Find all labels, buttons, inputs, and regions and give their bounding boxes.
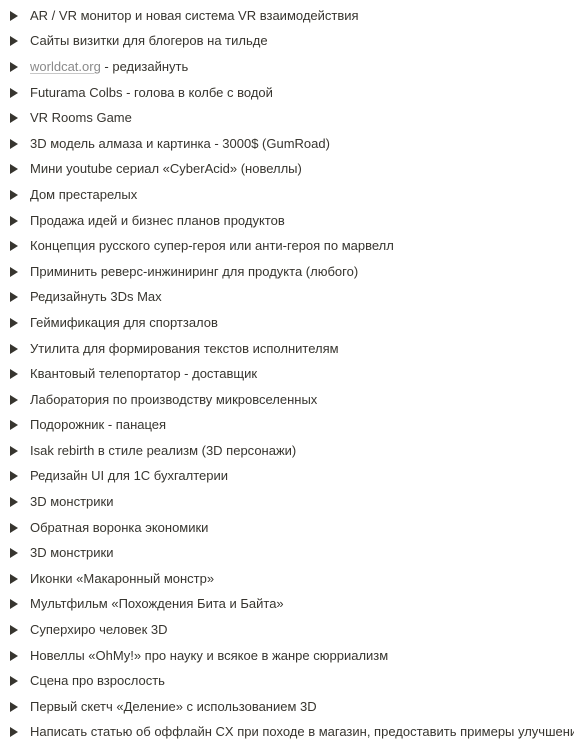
toggle-item[interactable]: Мини youtube сериал «CyberAcid» (новеллы… — [0, 157, 574, 183]
triangle-right-icon[interactable] — [0, 497, 30, 508]
toggle-item-label: Утилита для формирования текстов исполни… — [30, 340, 339, 356]
toggle-item-label-suffix: - редизайнуть — [100, 58, 189, 74]
toggle-item-label: AR / VR монитор и новая система VR взаим… — [30, 7, 359, 23]
toggle-item-label: Иконки «Макаронный монстр» — [30, 570, 215, 586]
toggle-item-label: Isak rebirth в стиле реализм (3D персона… — [30, 442, 297, 458]
toggle-item-label: Квантовый телепортатор - доставщик — [30, 366, 258, 382]
triangle-right-icon[interactable] — [0, 727, 30, 738]
toggle-item[interactable]: Новеллы «OhMy!» про науку и всякое в жан… — [0, 643, 574, 669]
toggle-item[interactable]: Иконки «Макаронный монстр» — [0, 566, 574, 592]
triangle-right-icon[interactable] — [0, 292, 30, 303]
triangle-right-icon[interactable] — [0, 113, 30, 124]
toggle-item-label: Редизайн UI для 1С бухгалтерии — [30, 468, 229, 484]
toggle-item[interactable]: Isak rebirth в стиле реализм (3D персона… — [0, 438, 574, 464]
toggle-item[interactable]: Редизайнуть 3Ds Max — [0, 285, 574, 311]
toggle-item-label: 3D модель алмаза и картинка - 3000$ (Gum… — [30, 135, 330, 151]
toggle-item-label: Приминить реверс-инжиниринг для продукта… — [30, 263, 359, 279]
triangle-right-icon[interactable] — [0, 599, 30, 610]
toggle-item[interactable]: Утилита для формирования текстов исполни… — [0, 336, 574, 362]
toggle-item[interactable]: Редизайн UI для 1С бухгалтерии — [0, 464, 574, 490]
toggle-item[interactable]: Сцена про взрослость — [0, 668, 574, 694]
toggle-item-label: Редизайнуть 3Ds Max — [30, 289, 162, 305]
toggle-item[interactable]: Подорожник - панацея — [0, 413, 574, 439]
toggle-item[interactable]: worldcat.org - редизайнуть — [0, 54, 574, 80]
triangle-right-icon[interactable] — [0, 625, 30, 636]
toggle-item-label: Лаборатория по производству микровселенн… — [30, 391, 318, 407]
triangle-right-icon[interactable] — [0, 573, 30, 584]
triangle-right-icon[interactable] — [0, 61, 30, 72]
toggle-item-label: VR Rooms Game — [30, 110, 132, 126]
triangle-right-icon[interactable] — [0, 189, 30, 200]
toggle-item-label: Суперхиро человек 3D — [30, 622, 168, 638]
toggle-item[interactable]: Концепция русского супер-героя или анти-… — [0, 233, 574, 259]
toggle-item-label: Написать статью об оффлайн CX при походе… — [30, 724, 574, 740]
toggle-item-label: Мультфильм «Похождения Бита и Байта» — [30, 596, 284, 612]
toggle-item-label: Сайты визитки для блогеров на тильде — [30, 33, 268, 49]
toggle-item-label: worldcat.org - редизайнуть — [30, 59, 188, 75]
toggle-item-label: Продажа идей и бизнес планов продуктов — [30, 212, 285, 228]
toggle-item[interactable]: Написать статью об оффлайн CX при походе… — [0, 720, 574, 745]
triangle-right-icon[interactable] — [0, 87, 30, 98]
triangle-right-icon[interactable] — [0, 215, 30, 226]
toggle-item-label: Обратная воронка экономики — [30, 519, 209, 535]
toggle-item[interactable]: VR Rooms Game — [0, 105, 574, 131]
triangle-right-icon[interactable] — [0, 164, 30, 175]
toggle-item[interactable]: Мультфильм «Похождения Бита и Байта» — [0, 592, 574, 618]
toggle-item[interactable]: Обратная воронка экономики — [0, 515, 574, 541]
toggle-item[interactable]: 3D монстрики — [0, 540, 574, 566]
toggle-item[interactable]: 3D монстрики — [0, 489, 574, 515]
toggle-item[interactable]: Приминить реверс-инжиниринг для продукта… — [0, 259, 574, 285]
worldcat-link[interactable]: worldcat.org — [30, 59, 101, 74]
triangle-right-icon[interactable] — [0, 676, 30, 687]
toggle-item-label: Подорожник - панацея — [30, 417, 167, 433]
toggle-item-label: Концепция русского супер-героя или анти-… — [30, 238, 394, 254]
toggle-item[interactable]: Суперхиро человек 3D — [0, 617, 574, 643]
triangle-right-icon[interactable] — [0, 471, 30, 482]
toggle-item-label: 3D монстрики — [30, 494, 114, 510]
toggle-item[interactable]: AR / VR монитор и новая система VR взаим… — [0, 3, 574, 29]
toggle-item[interactable]: Futurama Colbs - голова в колбе с водой — [0, 80, 574, 106]
triangle-right-icon[interactable] — [0, 548, 30, 559]
toggle-item-label: 3D монстрики — [30, 545, 114, 561]
toggle-item[interactable]: 3D модель алмаза и картинка - 3000$ (Gum… — [0, 131, 574, 157]
triangle-right-icon[interactable] — [0, 701, 30, 712]
triangle-right-icon[interactable] — [0, 317, 30, 328]
triangle-right-icon[interactable] — [0, 266, 30, 277]
toggle-item-label: Новеллы «OhMy!» про науку и всякое в жан… — [30, 647, 389, 663]
toggle-item[interactable]: Квантовый телепортатор - доставщик — [0, 361, 574, 387]
triangle-right-icon[interactable] — [0, 522, 30, 533]
triangle-right-icon[interactable] — [0, 650, 30, 661]
toggle-item-label: Дом престарелых — [30, 186, 138, 202]
triangle-right-icon[interactable] — [0, 369, 30, 380]
toggle-item-label: Сцена про взрослость — [30, 673, 165, 689]
triangle-right-icon[interactable] — [0, 10, 30, 21]
toggle-item-label: Геймификация для спортзалов — [30, 314, 218, 330]
toggle-item-label: Futurama Colbs - голова в колбе с водой — [30, 84, 273, 100]
triangle-right-icon[interactable] — [0, 138, 30, 149]
toggle-item[interactable]: Лаборатория по производству микровселенн… — [0, 387, 574, 413]
triangle-right-icon[interactable] — [0, 394, 30, 405]
toggle-item[interactable]: Сайты визитки для блогеров на тильде — [0, 29, 574, 55]
toggle-item-label: Мини youtube сериал «CyberAcid» (новеллы… — [30, 161, 302, 177]
toggle-item[interactable]: Дом престарелых — [0, 182, 574, 208]
triangle-right-icon[interactable] — [0, 36, 30, 47]
triangle-right-icon[interactable] — [0, 241, 30, 252]
toggle-list: AR / VR монитор и новая система VR взаим… — [0, 0, 574, 745]
triangle-right-icon[interactable] — [0, 343, 30, 354]
toggle-item[interactable]: Продажа идей и бизнес планов продуктов — [0, 208, 574, 234]
toggle-item-label: Первый скетч «Деление» с использованием … — [30, 698, 317, 714]
toggle-item[interactable]: Геймификация для спортзалов — [0, 310, 574, 336]
triangle-right-icon[interactable] — [0, 445, 30, 456]
toggle-item[interactable]: Первый скетч «Деление» с использованием … — [0, 694, 574, 720]
triangle-right-icon[interactable] — [0, 420, 30, 431]
